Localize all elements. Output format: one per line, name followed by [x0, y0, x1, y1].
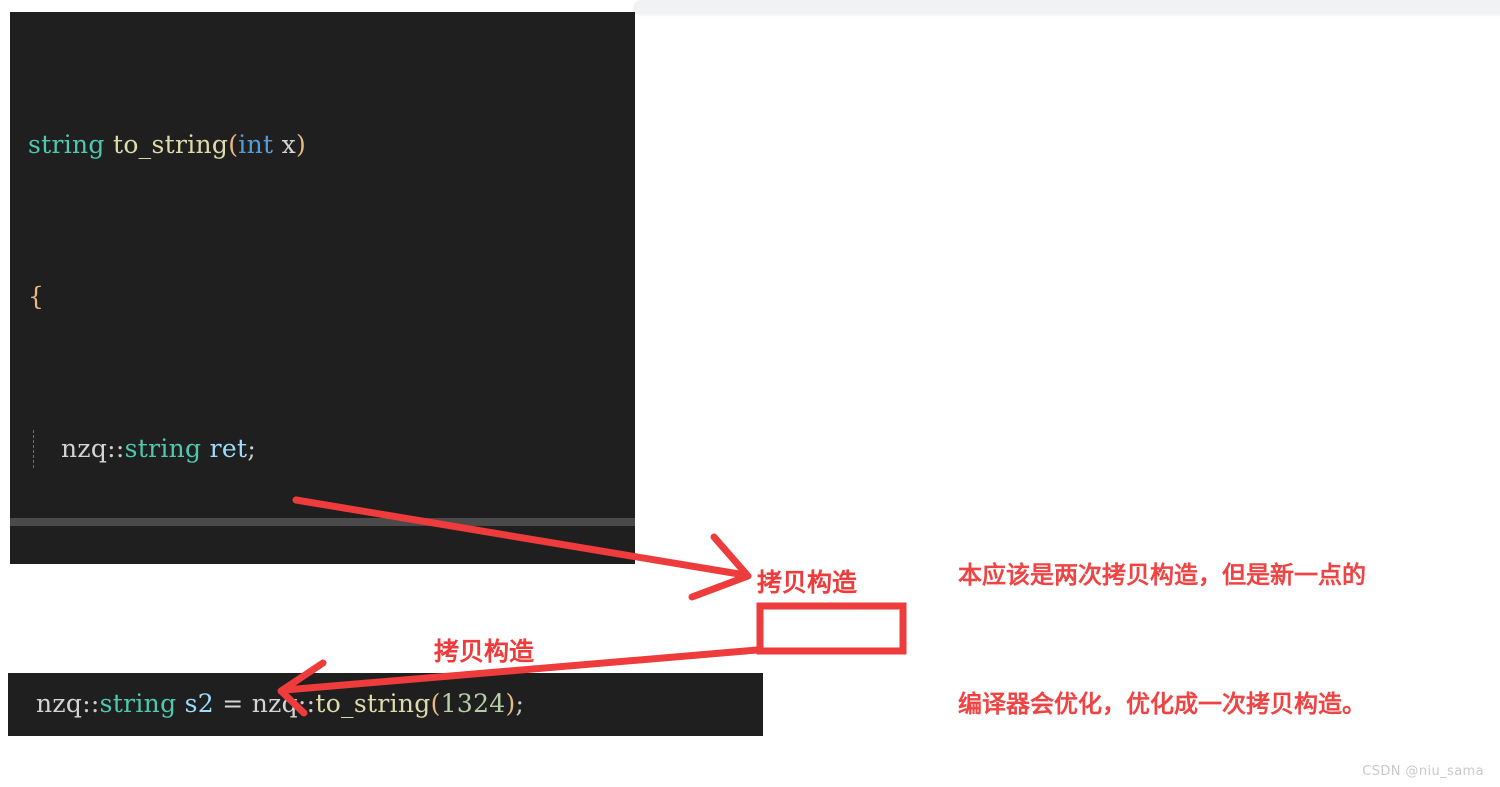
code-editor[interactable]: string to_string(int x) { nzq::string re…: [10, 12, 635, 564]
annotation-paragraph-line-2: 编译器会优化，优化成一次拷贝构造。: [958, 690, 1366, 718]
annotation-paragraph-line-1: 本应该是两次拷贝构造，但是新一点的: [958, 561, 1366, 589]
top-chrome-shadow: [633, 12, 1500, 17]
code-lines: string to_string(int x) { nzq::string re…: [10, 12, 635, 564]
code-line[interactable]: string to_string(int x): [10, 126, 635, 164]
horizontal-scrollbar-thumb[interactable]: [10, 519, 635, 526]
code-line[interactable]: {: [10, 278, 635, 316]
code-snippet-block[interactable]: nzq::string s2 = nzq::to_string(1324);: [8, 673, 763, 736]
annotation-label-copy-construct-2: 拷贝构造: [434, 637, 535, 666]
annotation-label-copy-construct-1: 拷贝构造: [757, 568, 858, 597]
indent-guide: [33, 430, 34, 468]
highlight-rectangle: [756, 602, 907, 655]
code-line[interactable]: nzq::string ret;: [10, 430, 635, 468]
annotation-paragraph: 本应该是两次拷贝构造，但是新一点的 编译器会优化，优化成一次拷贝构造。: [958, 468, 1366, 769]
horizontal-scrollbar-track[interactable]: [10, 518, 635, 526]
snippet-code-line[interactable]: nzq::string s2 = nzq::to_string(1324);: [36, 687, 524, 721]
watermark: CSDN @niu_sama: [1362, 764, 1484, 779]
